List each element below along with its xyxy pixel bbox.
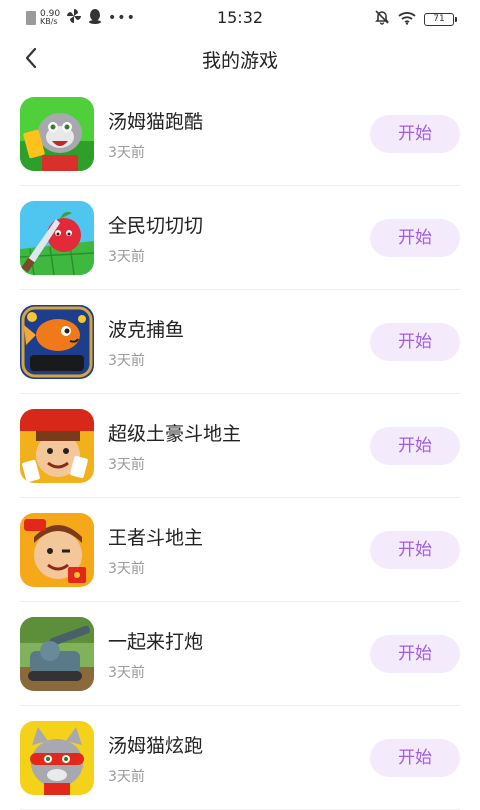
page-title: 我的游戏: [201, 50, 278, 72]
start-button[interactable]: 开始: [370, 531, 460, 569]
landlord-red-envelope-icon[interactable]: [20, 513, 94, 587]
game-list: 汤姆猫跑酷 3天前 开始 全民切切切 3天前 开始 波克捕鱼 3天前 开始 超级…: [0, 82, 480, 810]
start-button[interactable]: 开始: [370, 219, 460, 257]
battery-level: 71: [433, 14, 445, 24]
game-name: 全民切切切: [108, 215, 204, 237]
bell-muted-icon: [374, 9, 390, 29]
start-button[interactable]: 开始: [370, 115, 460, 153]
list-item[interactable]: 王者斗地主 3天前 开始: [0, 498, 480, 602]
game-name: 汤姆猫跑酷: [108, 111, 204, 133]
game-last-played: 3天前: [108, 561, 145, 577]
start-button[interactable]: 开始: [370, 323, 460, 361]
list-item[interactable]: 超级土豪斗地主 3天前 开始: [0, 394, 480, 498]
game-last-played: 3天前: [108, 457, 145, 473]
list-item[interactable]: 全民切切切 3天前 开始: [0, 186, 480, 290]
battery-indicator: 71: [424, 12, 457, 26]
game-last-played: 3天前: [108, 353, 145, 369]
game-last-played: 3天前: [108, 145, 145, 161]
list-item[interactable]: 汤姆猫跑酷 3天前 开始: [0, 82, 480, 186]
game-name: 超级土豪斗地主: [108, 423, 242, 445]
list-item[interactable]: 波克捕鱼 3天前 开始: [0, 290, 480, 394]
game-name: 波克捕鱼: [108, 319, 185, 341]
talking-tom-hero-icon[interactable]: [20, 721, 94, 795]
game-name: 王者斗地主: [108, 527, 204, 549]
start-button[interactable]: 开始: [370, 635, 460, 673]
game-last-played: 3天前: [108, 769, 145, 785]
game-name: 汤姆猫炫跑: [108, 735, 204, 757]
fruit-knife-icon[interactable]: [20, 201, 94, 275]
status-bar: 0.90 KB/s ••• 15:32 71: [0, 0, 480, 36]
fish-1000-icon[interactable]: [20, 305, 94, 379]
game-name: 一起来打炮: [108, 631, 204, 653]
landlord-man-cards-icon[interactable]: [20, 409, 94, 483]
game-last-played: 3天前: [108, 665, 145, 681]
list-item[interactable]: 汤姆猫炫跑 3天前 开始: [0, 706, 480, 810]
start-button[interactable]: 开始: [370, 739, 460, 777]
wifi-icon: [398, 10, 416, 29]
game-last-played: 3天前: [108, 249, 145, 265]
header: 我的游戏: [0, 36, 480, 82]
start-button[interactable]: 开始: [370, 427, 460, 465]
talking-tom-gold-run-icon[interactable]: [20, 97, 94, 171]
tank-cannon-icon[interactable]: [20, 617, 94, 691]
list-item[interactable]: 一起来打炮 3天前 开始: [0, 602, 480, 706]
status-right: 71: [374, 9, 457, 29]
